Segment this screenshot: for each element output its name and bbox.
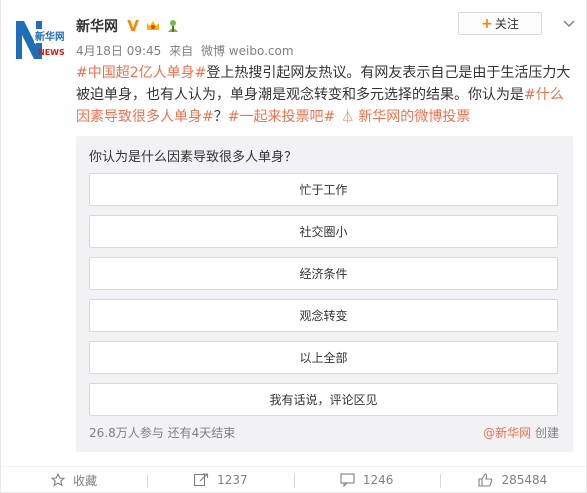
poll-remaining: 还有4天结束 bbox=[167, 426, 236, 440]
plus-icon: + bbox=[481, 15, 493, 32]
vote-icon: ⏃ bbox=[341, 110, 355, 125]
xinhua-logo-icon: 新华网 NEWS bbox=[14, 15, 64, 65]
chevron-down-icon[interactable] bbox=[563, 20, 575, 28]
poll-option[interactable]: 以上全部 bbox=[89, 341, 558, 374]
thumbs-up-icon bbox=[478, 473, 493, 487]
vip-crown-icon[interactable] bbox=[145, 18, 161, 34]
follow-label: 关注 bbox=[494, 17, 519, 31]
repost-button[interactable]: 1237 bbox=[147, 467, 293, 493]
poll-question: 你认为是什么因素导致很多人单身？ bbox=[89, 150, 298, 165]
poll-option[interactable]: 经济条件 bbox=[89, 257, 558, 290]
author-row: 新华网 V bbox=[76, 16, 181, 36]
author-avatar[interactable]: 新华网 NEWS bbox=[14, 15, 64, 65]
author-name[interactable]: 新华网 bbox=[76, 16, 118, 36]
post-content: #中国超2亿人单身#登上热搜引起网友热议。有网友表示自己是由于生活压力大被迫单身… bbox=[76, 62, 572, 129]
star-icon bbox=[51, 473, 66, 487]
comment-button[interactable]: 1246 bbox=[293, 467, 440, 493]
poll-link[interactable]: 新华网的微博投票 bbox=[358, 109, 470, 125]
poll-participants: 26.8万人参与 bbox=[89, 426, 164, 440]
like-button[interactable]: 285484 bbox=[439, 467, 586, 493]
favorite-button[interactable]: 收藏 bbox=[1, 467, 147, 493]
post-meta: 4月18日 09:45 来自 微博 weibo.com bbox=[76, 42, 298, 59]
svg-text:NEWS: NEWS bbox=[38, 48, 64, 57]
poll-stats: 26.8万人参与 还有4天结束 bbox=[89, 424, 235, 441]
post-text: ？ bbox=[213, 109, 228, 125]
weibo-post: 新华网 NEWS 新华网 V 4月18日 09:45 来自 微博 weibo.c… bbox=[0, 0, 587, 493]
repost-count: 1237 bbox=[217, 473, 248, 487]
poll-option[interactable]: 忙于工作 bbox=[89, 173, 558, 206]
hashtag-link[interactable]: #中国超2亿人单身# bbox=[76, 65, 206, 81]
poll-creator-suffix: 创建 bbox=[534, 426, 559, 440]
favorite-label: 收藏 bbox=[73, 473, 98, 488]
post-date[interactable]: 4月18日 09:45 bbox=[76, 44, 161, 58]
comment-count: 1246 bbox=[362, 473, 394, 487]
repost-icon bbox=[194, 473, 209, 487]
follow-button[interactable]: + 关注 bbox=[458, 12, 542, 35]
comment-icon bbox=[340, 473, 355, 487]
poll-card: 你认为是什么因素导致很多人单身？ 忙于工作 社交圈小 经济条件 观念转变 以上全… bbox=[76, 136, 573, 452]
poll-option[interactable]: 社交圈小 bbox=[89, 215, 558, 248]
post-source[interactable]: 微博 weibo.com bbox=[201, 44, 294, 58]
action-bar: 收藏 1237 1246 285484 bbox=[1, 466, 586, 493]
poll-creator: @新华网 创建 bbox=[483, 424, 559, 441]
hashtag-link[interactable]: #一起来投票吧# bbox=[228, 109, 335, 125]
verified-v-icon[interactable]: V bbox=[125, 18, 141, 34]
poll-option[interactable]: 我有话说，评论区见 bbox=[89, 383, 558, 416]
svg-text:新华网: 新华网 bbox=[35, 30, 64, 43]
poll-creator-link[interactable]: @新华网 bbox=[483, 426, 531, 440]
poll-option[interactable]: 观念转变 bbox=[89, 299, 558, 332]
source-prefix: 来自 bbox=[169, 44, 194, 58]
like-count: 285484 bbox=[501, 473, 548, 487]
charity-badge-icon[interactable] bbox=[165, 18, 181, 34]
